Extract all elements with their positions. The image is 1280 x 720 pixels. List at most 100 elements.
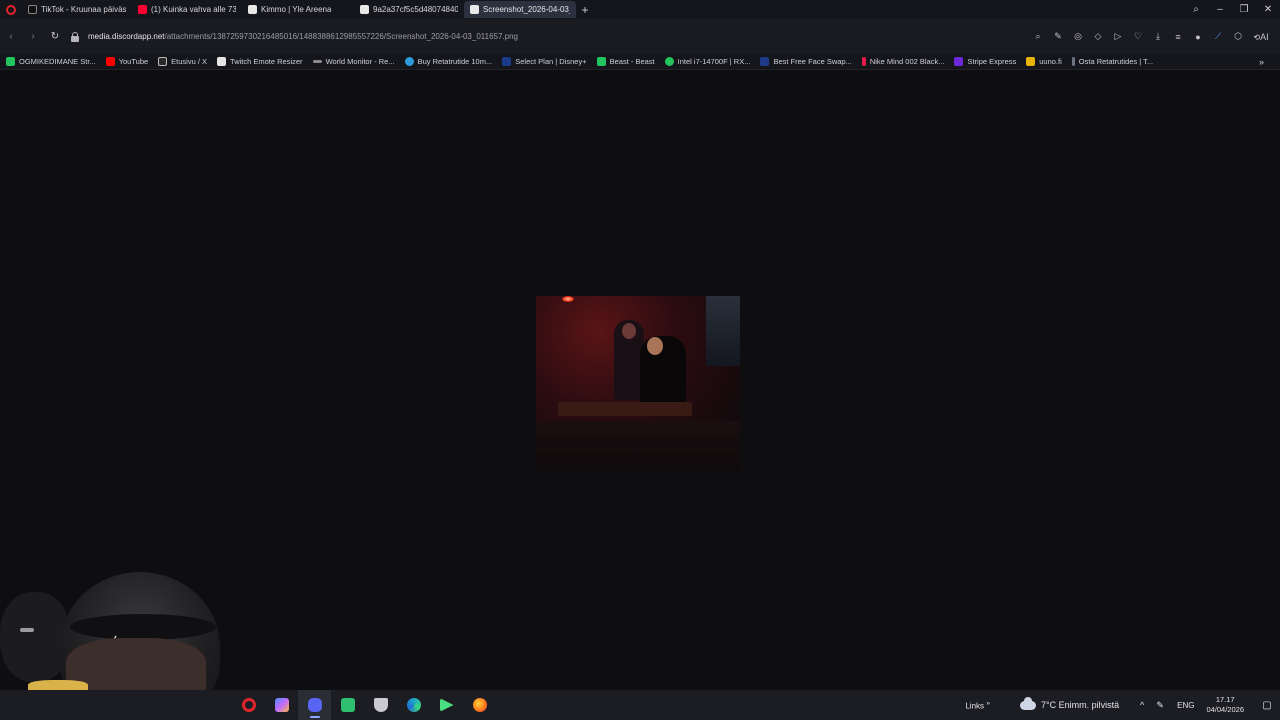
disney-icon	[502, 57, 512, 66]
bookmark-label: OGMIKEDIMANE Str...	[19, 57, 96, 66]
easy-setup-icon[interactable]: ≡	[1168, 32, 1188, 42]
bookmark-label: uuno.fi	[1039, 57, 1062, 66]
bookmarks-bar: OGMIKEDIMANE Str... YouTube Etusivu / X …	[0, 54, 1280, 70]
bookmark-favicon-icon	[664, 57, 674, 66]
reload-button[interactable]: ↻	[44, 31, 66, 42]
stripe-icon	[954, 57, 964, 66]
aria-ai-label: AI	[1260, 31, 1269, 42]
minimize-button[interactable]: –	[1208, 4, 1232, 15]
maximize-button[interactable]: ❐	[1232, 4, 1256, 15]
bookmark-label: Beast - Beast	[609, 57, 655, 66]
app-green-icon	[340, 698, 355, 712]
taskbar: Links » 7°C Enimm. pilvistä ^ ✎ ENG 17.1…	[0, 690, 1280, 720]
globe-icon	[404, 57, 414, 66]
pen-icon[interactable]: ✎	[1151, 700, 1169, 711]
profile-icon[interactable]: ●	[1188, 32, 1208, 42]
extension-icon[interactable]: ⟋	[1208, 31, 1228, 42]
links-label: Links	[965, 701, 985, 711]
notification-icon[interactable]: ▢	[1254, 700, 1280, 711]
clock-time: 17.17	[1215, 695, 1235, 704]
bookmark-item[interactable]: Stripe Express	[954, 57, 1016, 66]
bookmark-item[interactable]: Twitch Emote Resizer	[217, 57, 303, 66]
bookmark-item[interactable]: Intel i7-14700F | RX...	[664, 57, 750, 66]
bookmarks-overflow-button[interactable]: »	[1259, 57, 1264, 67]
bookmark-item[interactable]: uuno.fi	[1026, 57, 1062, 66]
bookmark-label: YouTube	[118, 57, 149, 66]
lock-icon[interactable]	[70, 31, 80, 42]
tab-tiktok[interactable]: TikTok - Kruunaa päiväsi	[22, 1, 132, 18]
opera-menu-button[interactable]	[0, 0, 22, 19]
chevron-up-icon[interactable]: ^	[1133, 700, 1151, 710]
tab-title: (1) Kuinka vahva alle 73 kg	[151, 5, 236, 14]
bookmark-item[interactable]: Buy Retatrutide 10m...	[404, 57, 492, 66]
taskbar-app-green[interactable]	[331, 690, 364, 720]
tab-search-icon[interactable]: ⌕	[1184, 4, 1208, 15]
bookmark-item[interactable]: Beast - Beast	[596, 57, 655, 66]
bookmark-item[interactable]: Best Free Face Swap...	[760, 57, 852, 66]
download-icon[interactable]: ⤓	[1148, 31, 1168, 42]
monitor-icon	[312, 60, 322, 63]
page-icon	[470, 5, 479, 14]
taskbar-app-firefox[interactable]	[463, 690, 496, 720]
bookmark-label: Twitch Emote Resizer	[230, 57, 303, 66]
webcam-overlay: ✓	[0, 568, 250, 690]
displayed-image[interactable]	[536, 296, 740, 471]
close-button[interactable]: ✕	[1256, 4, 1280, 15]
play-store-icon	[439, 698, 454, 712]
cube-icon[interactable]: ⬡	[1228, 31, 1248, 42]
tab-image-hash[interactable]: 9a2a37cf5c5d48074840701	[354, 1, 464, 18]
heart-icon[interactable]: ♡	[1128, 31, 1148, 42]
page-icon	[217, 57, 227, 66]
image-person-left-head	[622, 323, 636, 339]
taskbar-app-opera[interactable]	[232, 690, 265, 720]
weather-text: 7°C Enimm. pilvistä	[1040, 700, 1120, 710]
system-tray: Links » 7°C Enimm. pilvistä ^ ✎ ENG 17.1…	[965, 690, 1280, 720]
clock-date: 04/04/2026	[1206, 705, 1244, 714]
clock[interactable]: 17.17 04/04/2026	[1206, 695, 1244, 715]
headband-shape	[70, 614, 216, 640]
bookmark-item[interactable]: OGMIKEDIMANE Str...	[6, 57, 96, 66]
forward-button[interactable]: ›	[22, 31, 44, 42]
bookmark-item[interactable]: Osta Retatrutides | T...	[1071, 57, 1154, 66]
discord-icon	[307, 698, 322, 712]
back-button[interactable]: ‹	[0, 31, 22, 42]
language-indicator[interactable]: ENG	[1177, 701, 1194, 710]
new-tab-button[interactable]: +	[576, 1, 594, 18]
image-floor	[536, 421, 740, 471]
taskbar-app-play[interactable]	[430, 690, 463, 720]
tab-title: 9a2a37cf5c5d48074840701	[373, 5, 458, 14]
edit-icon[interactable]: ✎	[1048, 31, 1068, 42]
bookmark-item[interactable]: YouTube	[105, 57, 149, 66]
bookmark-label: Osta Retatrutides | T...	[1078, 57, 1154, 66]
taskbar-app-copilot[interactable]	[265, 690, 298, 720]
bookmark-item[interactable]: World Monitor - Re...	[312, 57, 395, 66]
address-bar-row: ‹ › ↻ media.discordapp.net/attachments/1…	[0, 19, 1280, 54]
taskbar-app-shield[interactable]	[364, 690, 397, 720]
image-person-right-head	[647, 337, 663, 355]
tab-yle-areena[interactable]: Kimmo | Yle Areena	[242, 1, 354, 18]
zoom-icon[interactable]: ⌕	[1028, 31, 1048, 42]
tab-strip: TikTok - Kruunaa päiväsi (1) Kuinka vahv…	[0, 0, 1280, 19]
bookmark-label: Stripe Express	[967, 57, 1017, 66]
camera-icon[interactable]: ◎	[1068, 31, 1088, 42]
address-field[interactable]: media.discordapp.net/attachments/1387259…	[70, 26, 970, 48]
tab-title: Screenshot_2026-04-03_01	[483, 5, 570, 14]
bookmark-favicon-icon	[6, 57, 15, 66]
tab-youtube-video[interactable]: (1) Kuinka vahva alle 73 kg	[132, 1, 242, 18]
taskbar-app-discord[interactable]	[298, 690, 331, 720]
weather-widget[interactable]: 7°C Enimm. pilvistä	[1019, 696, 1120, 710]
youtube-icon	[138, 5, 147, 14]
bookmark-item[interactable]: Nike Mind 002 Black...	[861, 57, 944, 66]
shield-icon[interactable]: ◇	[1088, 31, 1108, 42]
copilot-icon	[274, 698, 289, 712]
taskbar-apps	[232, 690, 496, 720]
youtube-icon	[105, 57, 115, 66]
bookmark-item[interactable]: Etusivu / X	[158, 57, 207, 66]
taskbar-app-edge[interactable]	[397, 690, 430, 720]
tiktok-icon	[28, 5, 37, 14]
play-icon[interactable]: ▷	[1108, 31, 1128, 42]
tab-screenshot[interactable]: Screenshot_2026-04-03_01	[464, 1, 576, 18]
links-toolbar[interactable]: Links »	[965, 700, 990, 711]
aria-ai-button[interactable]: ⟲AI	[1248, 32, 1274, 42]
bookmark-item[interactable]: Select Plan | Disney+	[502, 57, 587, 66]
